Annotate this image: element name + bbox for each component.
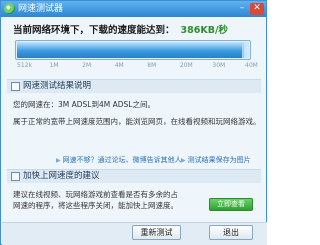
scale-tick-label: 512k <box>17 62 32 69</box>
scale-tick-label: 1M <box>49 62 59 69</box>
close-button[interactable]: ✕ <box>250 3 264 15</box>
exit-button[interactable]: 退出 <box>209 225 253 240</box>
window-title: 网速测试器 <box>18 4 64 14</box>
result-section-header: 网速测试结果说明 <box>7 79 261 93</box>
suggest-section-title: 加快上网速度的建议 <box>23 171 100 181</box>
result-section-title: 网速测试结果说明 <box>23 81 92 91</box>
suggest-section-header: 加快上网速度的建议 <box>7 169 261 183</box>
scale-tick-label: 8M <box>147 62 157 69</box>
view-now-button[interactable]: 立即查看 <box>209 198 253 211</box>
share-slow-speed-link[interactable]: ▶ 网速不够？通过论坛、微博告诉其他人 <box>56 155 182 165</box>
scale-tick-label: 40M <box>245 62 258 69</box>
speed-test-window: 网速测试器 – ✕ 当前网络环境下，下载的速度能达到： 386KB/秒 512k 1… <box>0 0 267 245</box>
speed-scale: 512k 1M 2M 4M 8M 20M 30M 40M <box>15 62 258 72</box>
scale-tick-label: 30M <box>212 62 226 69</box>
arrow-right-icon: ▶ <box>56 157 61 164</box>
document-icon <box>11 82 20 91</box>
save-as-image-link[interactable]: ▶ 测试结果保存为图片 <box>181 155 251 165</box>
minimize-button[interactable]: – <box>235 3 249 15</box>
result-line-1: 您的网速在：3M ADSL到4M ADSL之间。 <box>13 100 155 109</box>
checkbox-icon <box>11 172 20 181</box>
speed-result-line: 当前网络环境下，下载的速度能达到： 386KB/秒 <box>13 22 261 36</box>
speed-value: 386KB/秒 <box>180 25 228 36</box>
scale-tick-label: 20M <box>179 62 193 69</box>
save-as-image-label: 测试结果保存为图片 <box>187 156 251 164</box>
app-logo-icon <box>4 3 15 14</box>
title-bar[interactable]: 网速测试器 – ✕ <box>1 1 266 17</box>
scale-tick-label: 2M <box>82 62 92 69</box>
retest-button[interactable]: 重新测试 <box>132 225 181 240</box>
speed-label: 当前网络环境下，下载的速度能达到： <box>13 25 175 36</box>
arrow-right-icon: ▶ <box>181 157 186 164</box>
speed-meter-fill <box>17 42 244 58</box>
speed-meter <box>15 40 252 60</box>
speed-meter-glow <box>242 42 252 58</box>
result-line-2: 属于正常的宽带上网速度范围内，能浏览网页，在线看视频和玩网络游戏。 <box>13 117 261 126</box>
share-slow-speed-label: 网速不够？通过论坛、微博告诉其他人 <box>62 156 182 164</box>
scale-tick-label: 4M <box>114 62 124 69</box>
